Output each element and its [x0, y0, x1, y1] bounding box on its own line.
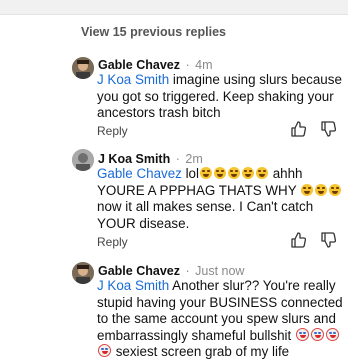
comment-header: Gable Chavez · Just now: [98, 264, 244, 278]
thumbs-up-icon[interactable]: [290, 121, 306, 137]
view-previous-replies-link[interactable]: View 15 previous replies: [81, 25, 226, 39]
clown-emoji-icon: [310, 327, 324, 341]
separator: ·: [185, 264, 190, 278]
separator: ·: [175, 152, 180, 166]
mention-link[interactable]: Gable Chavez: [97, 166, 182, 181]
author-name[interactable]: J Koa Smith: [98, 152, 170, 166]
timestamp: 4m: [195, 58, 213, 72]
thumbs-up-icon[interactable]: [290, 232, 306, 248]
avatar[interactable]: [72, 262, 94, 284]
reply-button[interactable]: Reply: [97, 235, 128, 249]
laughing-emoji-icon: [329, 183, 342, 196]
separator: ·: [185, 58, 190, 72]
comment-body: J Koa Smith Another slur?? You're really…: [97, 278, 345, 361]
mention-link[interactable]: J Koa Smith: [97, 278, 169, 293]
laughing-emoji-icon: [255, 167, 268, 179]
avatar[interactable]: [72, 57, 94, 79]
thumbs-down-icon[interactable]: [320, 121, 336, 137]
comment-header: J Koa Smith · 2m: [98, 152, 203, 166]
laughing-emoji-icon: [213, 167, 226, 179]
laughing-emoji-icon: [315, 183, 328, 196]
comment-text: sexiest screen grab of my life: [112, 344, 290, 359]
clown-emoji-icon: [98, 344, 111, 357]
laughing-emoji-icon: [301, 183, 314, 196]
top-bar: [0, 0, 348, 15]
clown-emoji-icon: [325, 327, 339, 341]
author-name[interactable]: Gable Chavez: [98, 264, 180, 278]
timestamp: 2m: [185, 152, 203, 166]
clown-emoji-icon: [295, 327, 309, 341]
mention-link[interactable]: J Koa Smith: [97, 72, 169, 87]
laughing-emoji-icon: [241, 167, 254, 179]
timestamp: Just now: [195, 264, 245, 278]
comment-text: now it all makes sense. I Can't catch YO…: [97, 199, 314, 231]
reply-button[interactable]: Reply: [97, 124, 128, 138]
author-name[interactable]: Gable Chavez: [98, 58, 180, 72]
comment-text: lol: [181, 166, 199, 181]
avatar[interactable]: [72, 149, 94, 171]
thumbs-down-icon[interactable]: [320, 232, 336, 248]
laughing-emoji-icon: [227, 167, 240, 179]
comment-header: Gable Chavez · 4m: [98, 58, 213, 72]
comment-body: J Koa Smith imagine using slurs because …: [97, 72, 345, 122]
laughing-emoji-icon: [199, 167, 212, 179]
comment-body: Gable Chavez lol ahhh YOURE A PPPHAG THA…: [97, 166, 345, 232]
